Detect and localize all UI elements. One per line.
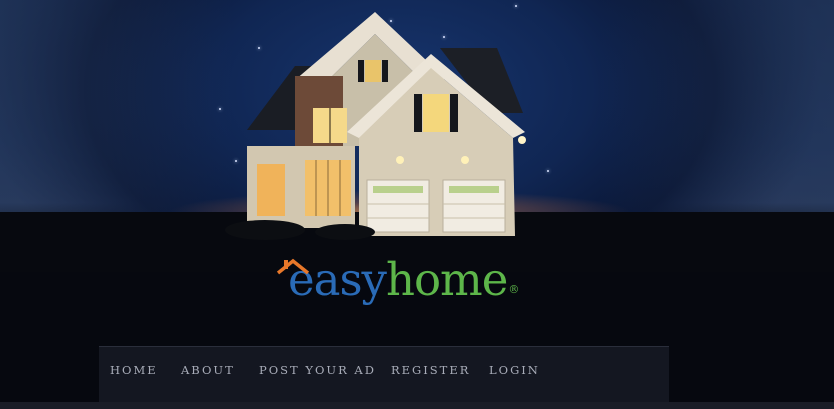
registered-mark: ® bbox=[508, 283, 519, 296]
easyhome-logo[interactable]: easyhome® bbox=[275, 253, 519, 306]
bottom-divider bbox=[0, 402, 834, 409]
main-navigation: HOME ABOUT POST YOUR AD REGISTER LOGIN bbox=[99, 346, 669, 402]
house-image bbox=[225, 12, 555, 243]
nav-item-login[interactable]: LOGIN bbox=[489, 363, 540, 377]
nav-item-post-your-ad[interactable]: POST YOUR AD bbox=[259, 363, 376, 377]
nav-item-about[interactable]: ABOUT bbox=[181, 363, 235, 377]
nav-item-home[interactable]: HOME bbox=[110, 363, 158, 377]
logo-home-text: home bbox=[385, 253, 508, 306]
roof-icon bbox=[276, 258, 310, 275]
hero-banner bbox=[0, 0, 834, 272]
nav-item-register[interactable]: REGISTER bbox=[391, 363, 470, 377]
